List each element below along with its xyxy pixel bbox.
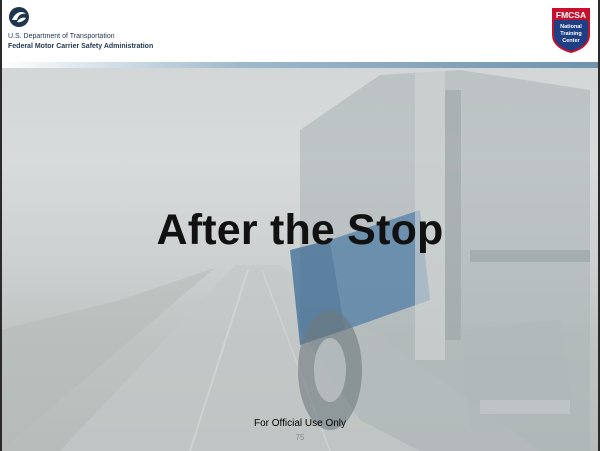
department-name: U.S. Department of Transportation [8, 33, 115, 40]
dot-logo-icon [9, 7, 29, 27]
badge-line-1: National [560, 24, 582, 30]
agency-name: Federal Motor Carrier Safety Administrat… [8, 43, 154, 50]
badge-line-2: Training [560, 31, 581, 37]
badge-line-3: Center [562, 38, 580, 44]
header-band: U.S. Department of Transportation Federa… [0, 0, 600, 62]
header-divider [0, 62, 600, 68]
footer-label: For Official Use Only [253, 418, 347, 429]
badge-title: FMCSA [556, 10, 586, 20]
fmcsa-badge-icon: FMCSA National Training Center [552, 8, 590, 53]
slide: U.S. Department of Transportation Federa… [0, 0, 600, 451]
page-number: 75 [295, 433, 305, 442]
slide-title: After the Stop [156, 206, 444, 254]
